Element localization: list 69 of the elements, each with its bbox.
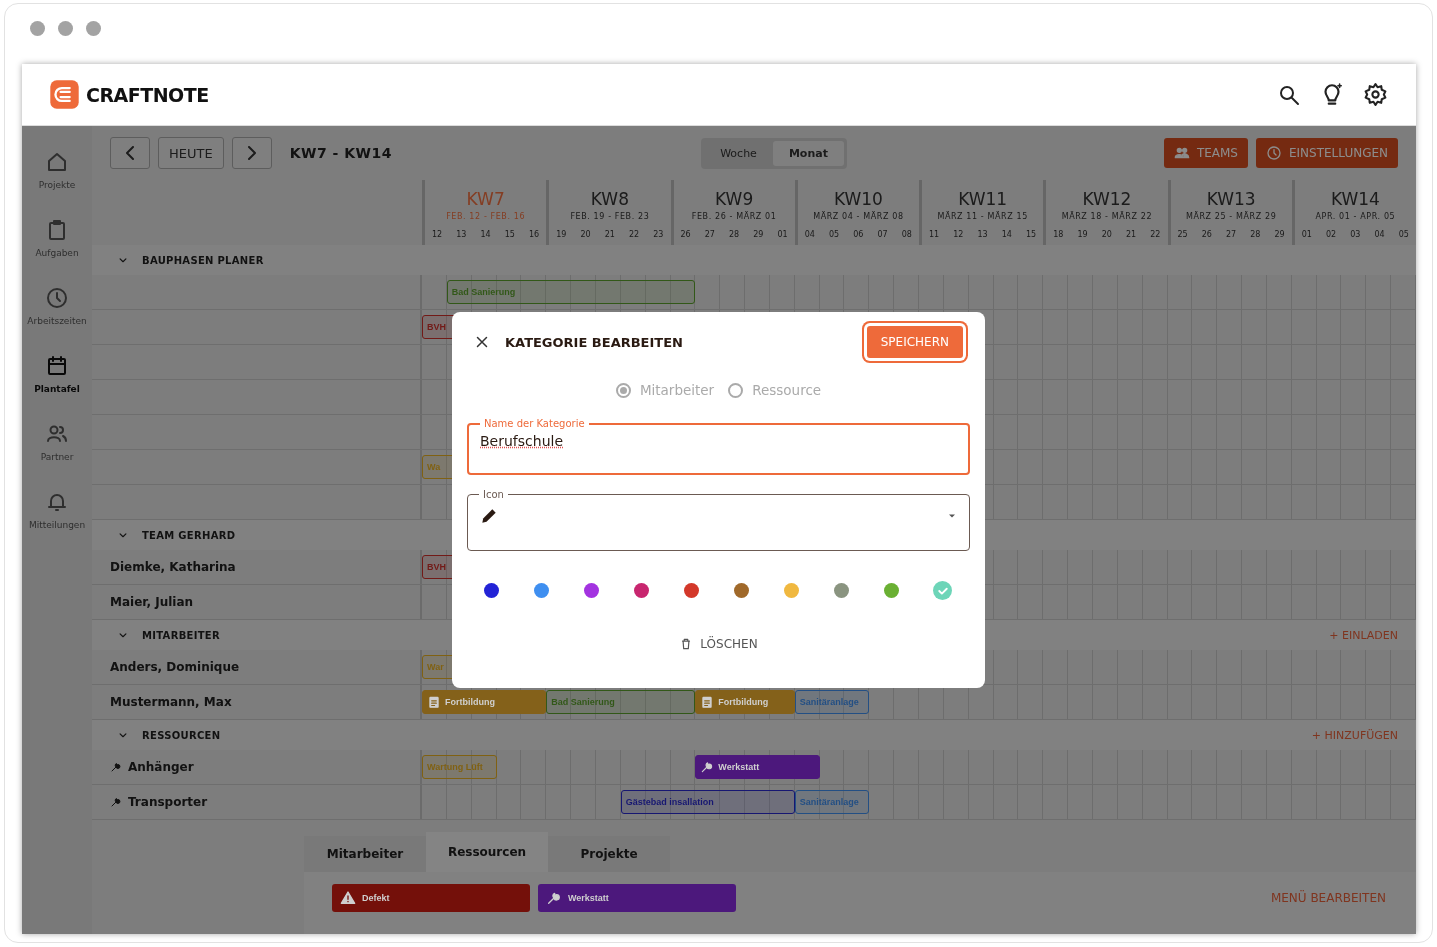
day-label: 14 [480, 230, 491, 239]
day-label: 26 [1201, 230, 1212, 239]
day-label: 05 [1398, 230, 1409, 239]
day-label: 04 [804, 230, 815, 239]
day-label: 20 [580, 230, 591, 239]
day-label: 28 [1250, 230, 1261, 239]
week-dates: FEB. 12 - FEB. 16 [446, 212, 526, 221]
day-label: 27 [1226, 230, 1237, 239]
day-label: 04 [1374, 230, 1385, 239]
day-label: 18 [1053, 230, 1064, 239]
day-label: 13 [977, 230, 988, 239]
dialog-title: KATEGORIE BEARBEITEN [505, 334, 683, 350]
day-label: 19 [1077, 230, 1088, 239]
day-label: 05 [829, 230, 840, 239]
day-label: 01 [777, 230, 788, 239]
section-title: RESSOURCEN [142, 729, 221, 741]
logo-text: CRAFTNOTE [86, 83, 209, 106]
day-label: 22 [1150, 230, 1161, 239]
week-label: KW8 [590, 189, 629, 209]
week-dates: FEB. 19 - FEB. 23 [570, 212, 650, 221]
day-label: 16 [529, 230, 540, 239]
week-label: KW10 [833, 189, 883, 209]
week-range: KW7 - KW14 [289, 145, 393, 161]
week-dates: APR. 01 - APR. 05 [1315, 212, 1396, 221]
week-label: KW11 [958, 189, 1008, 209]
week-label: KW13 [1206, 189, 1256, 209]
row-label: Mustermann, Max [110, 695, 232, 709]
day-label: 14 [1001, 230, 1012, 239]
day-label: 21 [604, 230, 615, 239]
day-label: 20 [1101, 230, 1112, 239]
day-label: 15 [504, 230, 515, 239]
day-label: 26 [680, 230, 691, 239]
week-dates: MÄRZ 25 - MÄRZ 29 [1185, 212, 1277, 221]
day-label: 13 [456, 230, 467, 239]
row-label: Anders, Dominique [110, 660, 240, 674]
week-dates: MÄRZ 18 - MÄRZ 22 [1061, 212, 1153, 221]
day-label: 23 [653, 230, 664, 239]
row-label: Transporter [128, 795, 208, 809]
day-label: 06 [853, 230, 864, 239]
day-label: 03 [1350, 230, 1361, 239]
day-label: 19 [556, 230, 567, 239]
week-label: KW9 [715, 189, 754, 209]
day-label: 07 [877, 230, 888, 239]
row-label: Diemke, Katharina [110, 560, 236, 574]
day-label: 27 [704, 230, 715, 239]
day-label: 08 [901, 230, 912, 239]
week-dates: FEB. 26 - MÄRZ 01 [691, 212, 777, 221]
week-dates: MÄRZ 11 - MÄRZ 15 [937, 212, 1028, 221]
week-label: KW14 [1330, 189, 1380, 209]
section-title: MITARBEITER [142, 629, 220, 641]
day-label: 21 [1126, 230, 1137, 239]
day-label: 12 [432, 230, 443, 239]
week-label: KW12 [1082, 189, 1132, 209]
day-label: 22 [629, 230, 640, 239]
row-label: Maier, Julian [110, 595, 194, 609]
day-label: 28 [729, 230, 740, 239]
section-title: BAUPHASEN PLANER [142, 254, 264, 266]
day-label: 15 [1026, 230, 1037, 239]
day-label: 12 [953, 230, 964, 239]
day-label: 02 [1326, 230, 1337, 239]
week-dates: MÄRZ 04 - MÄRZ 08 [813, 212, 904, 221]
week-label: KW7 [466, 189, 505, 209]
day-label: 25 [1177, 230, 1188, 239]
row-label: Anhänger [128, 760, 194, 774]
day-label: 01 [1301, 230, 1312, 239]
section-title: TEAM GERHARD [142, 529, 236, 541]
day-label: 11 [929, 230, 940, 239]
day-label: 29 [1274, 230, 1285, 239]
day-label: 29 [753, 230, 764, 239]
